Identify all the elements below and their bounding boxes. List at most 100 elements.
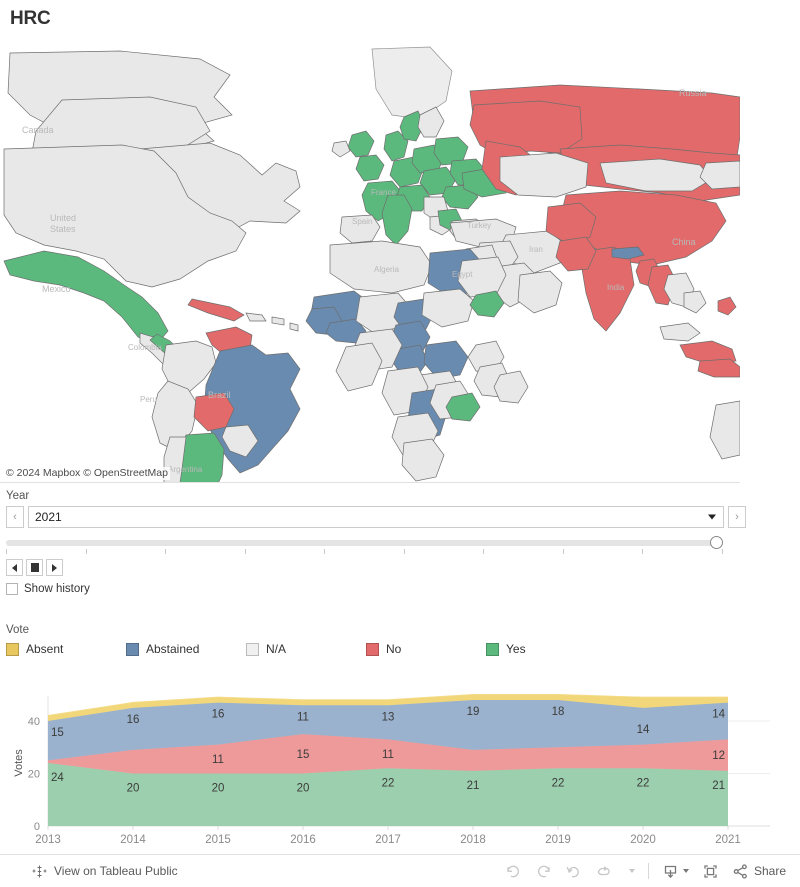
choropleth-map[interactable]: .c { stroke:#6e6e6e; stroke-width:0.7; }… bbox=[0, 45, 740, 483]
show-history-row[interactable]: Show history bbox=[6, 583, 746, 595]
year-filter: Year ‹ 2021 › Show history bbox=[6, 490, 746, 595]
x-axis-tick-label: 2017 bbox=[375, 834, 401, 846]
data-label: 15 bbox=[51, 727, 64, 739]
x-axis-tick-label: 2013 bbox=[35, 834, 61, 846]
year-select-value: 2021 bbox=[35, 510, 62, 524]
svg-text:United: United bbox=[50, 213, 76, 223]
data-label: 18 bbox=[552, 706, 565, 718]
legend-item-label: No bbox=[386, 642, 402, 656]
svg-text:Colombia: Colombia bbox=[128, 343, 162, 352]
undo-icon[interactable] bbox=[505, 863, 522, 880]
caret-down-icon bbox=[628, 869, 635, 873]
legend-item-abstained[interactable]: Abstained bbox=[126, 642, 246, 656]
svg-text:Turkey: Turkey bbox=[467, 221, 491, 230]
svg-text:Peru: Peru bbox=[140, 395, 157, 404]
data-label: 22 bbox=[382, 777, 395, 789]
fullscreen-icon[interactable] bbox=[702, 863, 719, 880]
show-history-label: Show history bbox=[24, 583, 90, 595]
year-slider[interactable] bbox=[6, 535, 723, 554]
bottom-toolbar: View on Tableau Public Share bbox=[0, 854, 800, 887]
refresh-icon[interactable] bbox=[595, 863, 612, 880]
chevron-down-icon[interactable] bbox=[708, 514, 716, 520]
x-axis-tick-label: 2019 bbox=[545, 834, 571, 846]
data-label: 22 bbox=[637, 777, 650, 789]
toolbar-dropdown-icon[interactable] bbox=[625, 869, 635, 873]
svg-text:Canada: Canada bbox=[22, 125, 54, 135]
legend-item-label: Abstained bbox=[146, 642, 200, 656]
legend-swatch-icon bbox=[126, 642, 139, 656]
year-next-button[interactable]: › bbox=[728, 506, 746, 528]
x-axis-tick-label: 2016 bbox=[290, 834, 316, 846]
legend-item-label: Yes bbox=[506, 642, 526, 656]
stop-button[interactable] bbox=[26, 559, 43, 576]
y-axis-tick-label: 40 bbox=[28, 716, 40, 728]
svg-text:Argentina: Argentina bbox=[168, 465, 203, 474]
map-attribution: © 2024 Mapbox © OpenStreetMap bbox=[4, 467, 170, 480]
data-label: 20 bbox=[212, 783, 225, 795]
data-label: 19 bbox=[467, 706, 480, 718]
data-label: 20 bbox=[297, 783, 310, 795]
download-caret-icon bbox=[682, 869, 689, 873]
page-title: HRC bbox=[10, 8, 51, 29]
data-label: 13 bbox=[382, 711, 395, 723]
legend-swatch-icon bbox=[366, 642, 379, 656]
x-axis-tick-label: 2018 bbox=[460, 834, 486, 846]
tableau-dashboard: HRC .c { stroke:#6e6e6e; stroke-width:0.… bbox=[0, 0, 800, 887]
chart-canvas[interactable]: 02040Votes2420 20 20 22 21 22 22 2111 15 11 121516… bbox=[0, 688, 800, 848]
legend-item-n-a[interactable]: N/A bbox=[246, 642, 366, 656]
data-label: 12 bbox=[712, 750, 725, 762]
legend-item-label: Absent bbox=[26, 642, 64, 656]
share-button[interactable]: Share bbox=[732, 863, 786, 880]
share-label: Share bbox=[753, 864, 786, 878]
data-label: 11 bbox=[212, 754, 224, 766]
data-label: 15 bbox=[297, 749, 310, 761]
svg-text:Egypt: Egypt bbox=[452, 270, 473, 279]
svg-text:Spain: Spain bbox=[352, 217, 372, 226]
map-canvas[interactable]: .c { stroke:#6e6e6e; stroke-width:0.7; }… bbox=[0, 45, 740, 483]
legend-items: Absent Abstained N/A No Yes bbox=[6, 642, 746, 656]
legend-item-yes[interactable]: Yes bbox=[486, 642, 606, 656]
y-axis-title: Votes bbox=[13, 749, 25, 777]
data-label: 24 bbox=[51, 772, 64, 784]
svg-text:Iran: Iran bbox=[529, 245, 543, 254]
x-axis-tick-label: 2014 bbox=[120, 834, 146, 846]
svg-text:Algeria: Algeria bbox=[374, 265, 399, 274]
triangle-left-icon bbox=[12, 563, 17, 572]
data-label: 14 bbox=[712, 709, 725, 721]
show-history-checkbox[interactable] bbox=[6, 583, 18, 595]
data-label: 11 bbox=[382, 749, 394, 761]
data-label: 22 bbox=[552, 777, 565, 789]
y-axis-tick-label: 20 bbox=[28, 769, 40, 781]
play-button[interactable] bbox=[46, 559, 63, 576]
legend-swatch-icon bbox=[486, 642, 499, 656]
data-label: 16 bbox=[212, 709, 225, 721]
votes-area-chart[interactable]: 0 20 40 Votes 24 20 20 20 22 21 22 22 21 11 15 11 12 15 16… bbox=[0, 688, 800, 848]
redo-icon[interactable] bbox=[535, 863, 552, 880]
svg-text:India: India bbox=[607, 283, 625, 292]
playback-controls bbox=[6, 559, 746, 576]
x-axis-tick-label: 2020 bbox=[630, 834, 656, 846]
year-prev-button[interactable]: ‹ bbox=[6, 506, 24, 528]
svg-text:Mexico: Mexico bbox=[42, 284, 71, 294]
legend-item-absent[interactable]: Absent bbox=[6, 642, 126, 656]
revert-icon[interactable] bbox=[565, 863, 582, 880]
toolbar-divider bbox=[647, 863, 649, 879]
svg-text:France: France bbox=[371, 188, 396, 197]
year-filter-label: Year bbox=[6, 490, 30, 502]
legend-swatch-icon bbox=[246, 642, 259, 656]
view-on-tableau-public-button[interactable]: View on Tableau Public bbox=[32, 864, 178, 879]
vote-legend: Vote Absent Abstained N/A No Yes bbox=[6, 624, 746, 656]
slider-track[interactable] bbox=[6, 540, 723, 546]
year-select[interactable]: 2021 bbox=[28, 506, 724, 528]
view-on-tableau-public-label: View on Tableau Public bbox=[54, 864, 178, 878]
legend-swatch-icon bbox=[6, 642, 19, 656]
download-icon[interactable] bbox=[662, 863, 689, 880]
legend-title: Vote bbox=[6, 624, 30, 636]
y-axis-tick-label: 0 bbox=[34, 821, 40, 833]
data-label: 16 bbox=[127, 714, 140, 726]
legend-item-no[interactable]: No bbox=[366, 642, 486, 656]
stop-square-icon bbox=[30, 563, 39, 572]
slider-handle[interactable] bbox=[710, 536, 723, 549]
triangle-right-icon bbox=[52, 563, 57, 572]
step-back-button[interactable] bbox=[6, 559, 23, 576]
